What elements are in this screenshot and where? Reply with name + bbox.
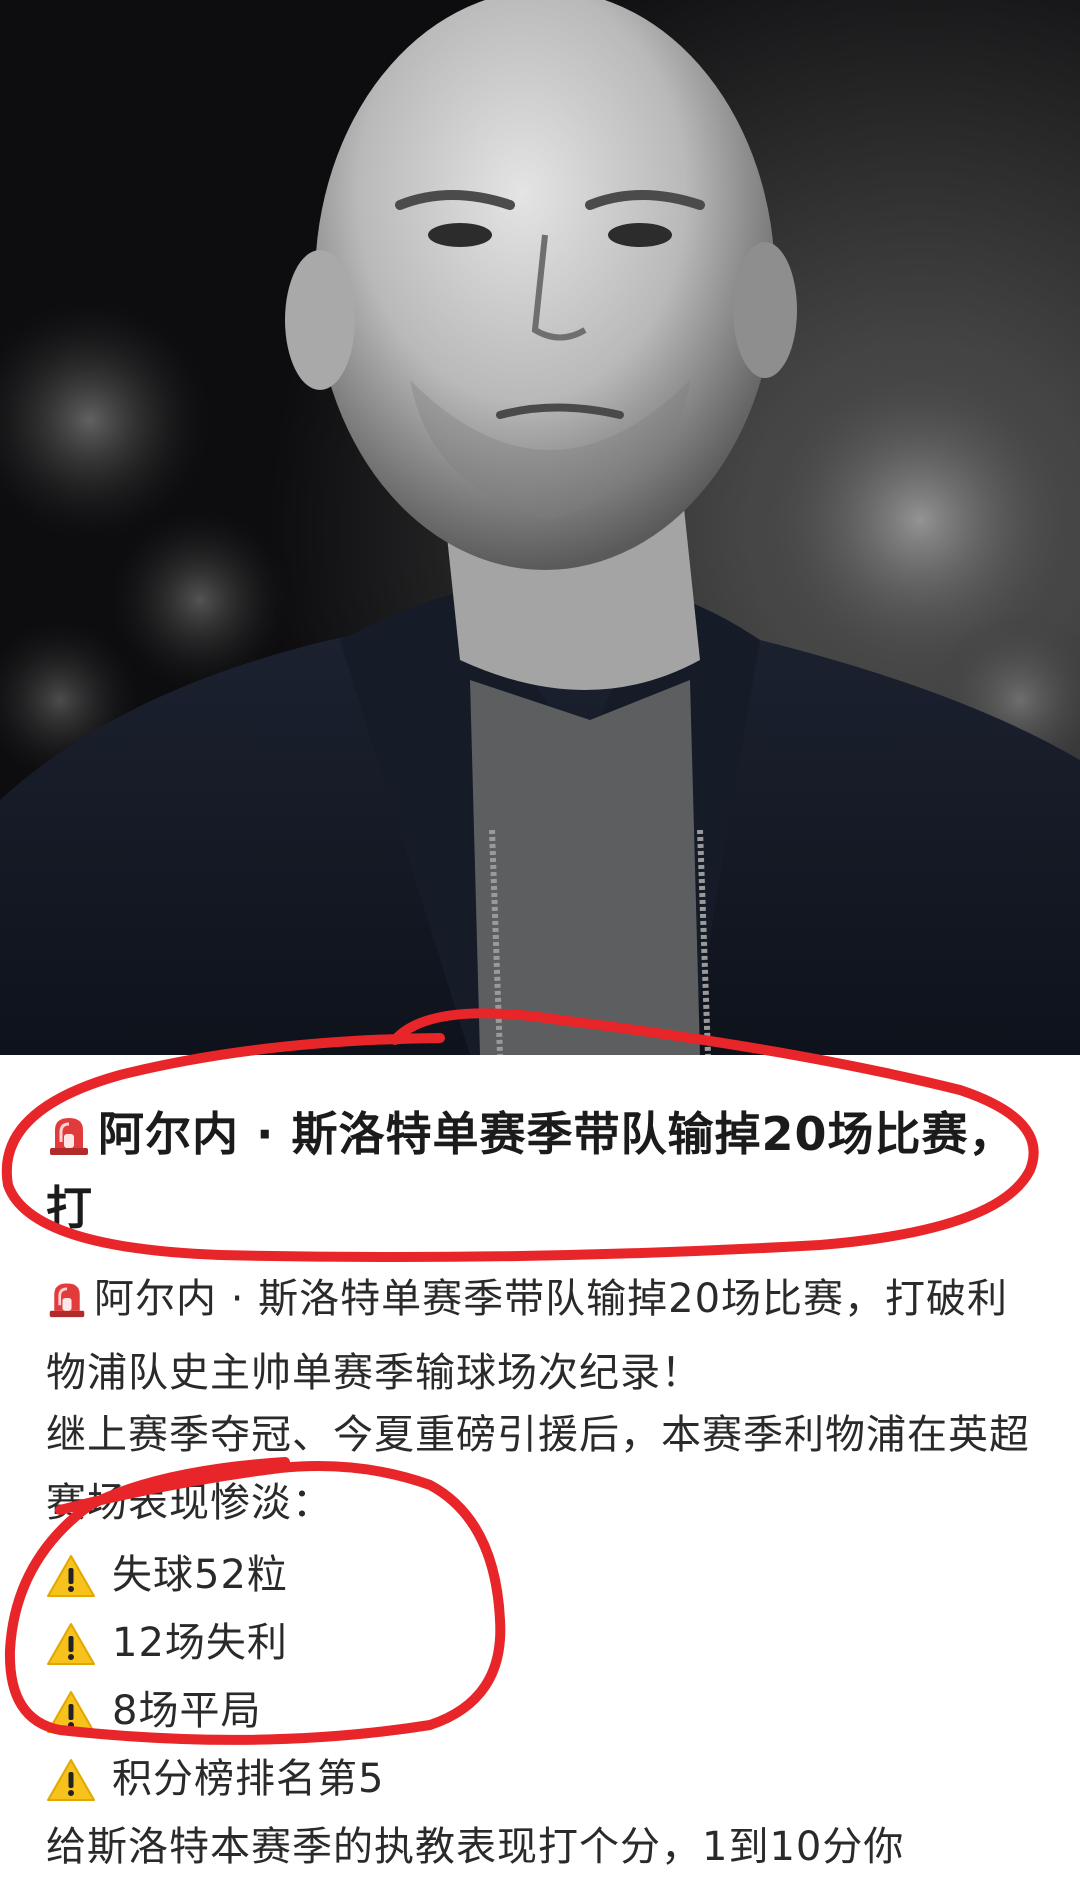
stats-list: 失球52粒 12场失利 8场平局 积分榜排名第5 — [46, 1541, 1036, 1813]
warning-icon — [46, 1688, 96, 1734]
warning-icon — [46, 1552, 96, 1598]
post-content: 阿尔内 · 斯洛特单赛季带队输掉20场比赛，打 阿尔内 · 斯洛特单赛季带队输掉… — [0, 1055, 1080, 1892]
siren-icon — [46, 1106, 92, 1174]
coach-portrait-image — [0, 0, 1080, 1055]
post-paragraph-2: 继上赛季夺冠、今夏重磅引援后，本赛季利物浦在英超赛场表现惨淡： — [46, 1412, 1030, 1526]
paragraph-1-text: 阿尔内 · 斯洛特单赛季带队输掉20场比赛，打破利物浦队史主帅单赛季输球场次纪录… — [46, 1276, 1009, 1396]
list-item: 积分榜排名第5 — [46, 1745, 1036, 1813]
bullet-text: 积分榜排名第5 — [112, 1756, 385, 1802]
list-item: 12场失利 — [46, 1609, 1036, 1677]
post-paragraph-1: 阿尔内 · 斯洛特单赛季带队输掉20场比赛，打破利物浦队史主帅单赛季输球场次纪录… — [46, 1265, 1036, 1407]
bullet-text: 8场平局 — [112, 1688, 262, 1734]
post-paragraph-3: 给斯洛特本赛季的执教表现打个分，1到10分你 — [46, 1824, 905, 1870]
siren-icon — [46, 1271, 88, 1339]
bullet-text: 12场失利 — [112, 1620, 288, 1666]
warning-icon — [46, 1756, 96, 1802]
headline-text: 阿尔内 · 斯洛特单赛季带队输掉20场比赛，打 — [46, 1107, 1016, 1235]
warning-icon — [46, 1620, 96, 1666]
post-page: 阿尔内 · 斯洛特单赛季带队输掉20场比赛，打 阿尔内 · 斯洛特单赛季带队输掉… — [0, 0, 1080, 1892]
list-item: 失球52粒 — [46, 1541, 1036, 1609]
post-headline[interactable]: 阿尔内 · 斯洛特单赛季带队输掉20场比赛，打 — [46, 1100, 1046, 1242]
hero-photo[interactable] — [0, 0, 1080, 1055]
bullet-text: 失球52粒 — [112, 1552, 288, 1598]
list-item: 8场平局 — [46, 1677, 1036, 1745]
